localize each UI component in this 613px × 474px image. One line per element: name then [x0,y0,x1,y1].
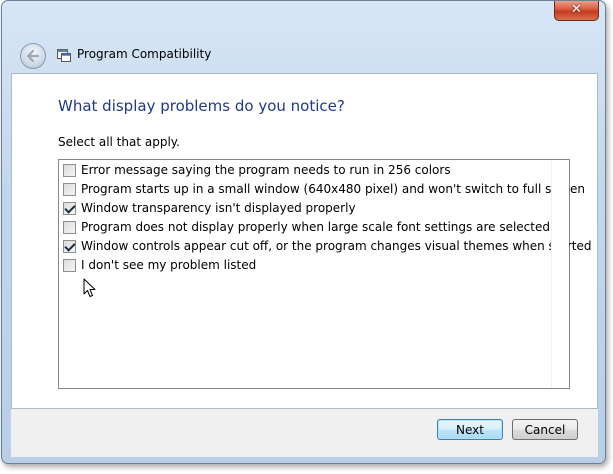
option-label: Program starts up in a small window (640… [81,182,585,196]
checkbox[interactable] [63,239,76,253]
option-label: Program does not display properly when l… [81,220,550,234]
content-pane: What display problems do you notice? Sel… [11,73,598,409]
option-problem-not-listed[interactable]: I don't see my problem listed [63,256,256,274]
list-scrollbar[interactable] [551,160,569,388]
mouse-pointer-icon [83,278,96,297]
option-large-font[interactable]: Program does not display properly when l… [63,218,550,236]
page-heading: What display problems do you notice? [58,97,345,115]
display-problems-list: Error message saying the program needs t… [58,159,592,389]
close-button[interactable]: ✕ [554,1,599,21]
checkbox[interactable] [63,220,76,234]
option-small-window[interactable]: Program starts up in a small window (640… [63,180,585,198]
back-arrow-icon [26,49,40,63]
option-window-controls[interactable]: Window controls appear cut off, or the p… [63,237,592,255]
button-bar: Next Cancel [11,409,598,457]
window-title: Program Compatibility [77,47,212,61]
back-button[interactable] [20,43,46,69]
option-label: Error message saying the program needs t… [81,163,451,177]
checkbox[interactable] [63,163,76,177]
option-label: Window controls appear cut off, or the p… [81,239,592,253]
checkbox[interactable] [63,258,76,272]
cancel-button[interactable]: Cancel [512,419,578,440]
close-icon: ✕ [571,2,582,17]
option-label: I don't see my problem listed [81,258,257,272]
checkbox[interactable] [63,201,76,215]
instruction-text: Select all that apply. [58,135,180,149]
option-window-transparency[interactable]: Window transparency isn't displayed prop… [63,199,356,217]
program-compatibility-window: ✕ Program Compatibility What display pro… [1,0,606,464]
next-button[interactable]: Next [437,419,503,440]
program-compatibility-icon [57,49,71,62]
checkbox[interactable] [63,182,76,196]
option-label: Window transparency isn't displayed prop… [81,201,356,215]
option-256-colors[interactable]: Error message saying the program needs t… [63,161,451,179]
